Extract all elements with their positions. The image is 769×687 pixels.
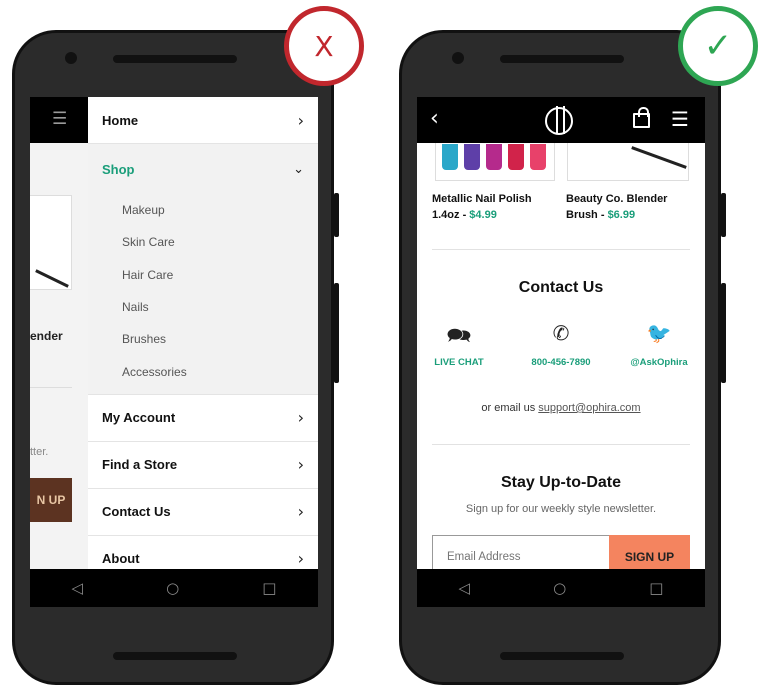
back-triangle-icon[interactable]: ◁	[459, 579, 471, 597]
divider	[30, 387, 72, 388]
site-header: ‹ ☰	[417, 97, 705, 143]
submenu-item-makeup[interactable]: Makeup	[88, 194, 318, 226]
phone-icon: ✆	[552, 321, 570, 345]
android-navigation-bar: ◁ ○ □	[417, 569, 705, 607]
screen-right: ‹ ☰ Metallic Nail Polish 1.4oz - $4.99 B…	[417, 97, 705, 607]
contact-us-heading: Contact Us	[518, 279, 604, 296]
email-prefix: or email us	[481, 402, 539, 414]
drawer-item-label: Contact Us	[102, 504, 171, 520]
live-chat-label: LIVE CHAT	[434, 357, 484, 368]
phone-number: 800-456-7890	[531, 357, 591, 368]
twitter-link[interactable]: 🐦 @AskOphira	[616, 321, 702, 368]
email-contact-line: or email us support@ophira.com	[417, 402, 705, 414]
submenu-item-brushes[interactable]: Brushes	[88, 323, 318, 355]
polish-bottle	[464, 144, 480, 170]
live-chat-link[interactable]: 🗪 LIVE CHAT	[417, 321, 502, 368]
background-signup-button: N UP	[30, 478, 72, 522]
hamburger-menu-icon[interactable]: ☰	[671, 107, 689, 131]
twitter-bird-icon: 🐦	[646, 321, 672, 345]
drawer-item-label: About	[102, 551, 140, 567]
drawer-item-label: Shop	[102, 161, 135, 177]
x-icon: X	[314, 29, 334, 63]
menu-icon: ☰	[52, 109, 68, 129]
camera	[65, 52, 77, 64]
submenu-item-nails[interactable]: Nails	[88, 291, 318, 323]
chevron-right-icon: ›	[297, 408, 304, 428]
shopping-bag-icon[interactable]	[633, 107, 650, 128]
drawer-item-my-account[interactable]: My Account ›	[88, 395, 318, 442]
background-product-name: ender	[30, 329, 63, 343]
chevron-right-icon: ›	[297, 110, 304, 130]
home-circle-icon[interactable]: ○	[553, 579, 566, 597]
screen-left: ☰ ender tter. N UP Home › Shop ⌄ Makeup …	[30, 97, 318, 607]
recents-square-icon[interactable]: □	[649, 579, 663, 597]
camera	[452, 52, 464, 64]
phone-chin-bar	[113, 652, 237, 660]
drawer-item-label: My Account	[102, 410, 176, 426]
incorrect-badge: X	[284, 6, 364, 86]
submenu-item-skin-care[interactable]: Skin Care	[88, 226, 318, 258]
recents-square-icon[interactable]: □	[262, 579, 276, 597]
drawer-item-label: Find a Store	[102, 457, 178, 473]
chevron-right-icon: ›	[297, 455, 304, 475]
side-button	[721, 193, 726, 237]
phone-correct-example: ‹ ☰ Metallic Nail Polish 1.4oz - $4.99 B…	[399, 30, 726, 685]
speaker	[500, 55, 624, 63]
ophira-logo-icon[interactable]	[545, 106, 573, 135]
newsletter-heading: Stay Up-to-Date	[500, 474, 621, 491]
speaker	[113, 55, 237, 63]
chat-bubbles-icon: 🗪	[446, 323, 472, 347]
drawer-item-label: Home	[102, 112, 139, 128]
shop-section: Shop ⌄ Makeup Skin Care Hair Care Nails …	[88, 144, 318, 395]
polish-bottle	[442, 144, 458, 170]
phone-chin-bar	[500, 652, 624, 660]
support-email-link[interactable]: support@ophira.com	[538, 402, 640, 414]
drawer-item-find-a-store[interactable]: Find a Store ›	[88, 442, 318, 489]
newsletter-subtitle: Sign up for our weekly style newsletter.	[465, 503, 657, 515]
divider	[432, 444, 690, 445]
drawer-item-contact-us[interactable]: Contact Us ›	[88, 489, 318, 536]
back-chevron-icon[interactable]: ‹	[430, 106, 439, 131]
brush-handle	[631, 146, 687, 169]
background-newsletter-text: tter.	[30, 446, 49, 458]
android-navigation-bar: ◁ ○ □	[30, 569, 318, 607]
phone-link[interactable]: ✆ 800-456-7890	[518, 321, 604, 368]
side-button	[721, 283, 726, 383]
drawer-item-shop[interactable]: Shop ⌄	[88, 144, 318, 194]
product-price: $4.99	[469, 209, 497, 221]
drawer-item-home[interactable]: Home ›	[88, 97, 318, 144]
side-button	[334, 193, 339, 237]
submenu-item-hair-care[interactable]: Hair Care	[88, 259, 318, 291]
back-triangle-icon[interactable]: ◁	[72, 579, 84, 597]
product-price: $6.99	[607, 209, 636, 221]
checkmark-icon: ✓	[703, 26, 733, 66]
product-title-blender-brush[interactable]: Beauty Co. Blender Brush - $6.99	[566, 191, 691, 223]
navigation-drawer: Home › Shop ⌄ Makeup Skin Care Hair Care…	[88, 97, 318, 583]
product-title-nail-polish[interactable]: Metallic Nail Polish 1.4oz - $4.99	[432, 191, 557, 223]
chevron-down-icon: ⌄	[293, 161, 304, 177]
polish-bottle	[486, 144, 502, 170]
phone-incorrect-example: ☰ ender tter. N UP Home › Shop ⌄ Makeup …	[12, 30, 339, 685]
divider	[432, 249, 690, 250]
submenu-item-accessories[interactable]: Accessories	[88, 355, 318, 387]
correct-badge: ✓	[678, 6, 758, 86]
chevron-right-icon: ›	[297, 502, 304, 522]
side-button	[334, 283, 339, 383]
polish-bottle	[530, 144, 546, 170]
home-circle-icon[interactable]: ○	[166, 579, 179, 597]
twitter-handle: @AskOphira	[630, 357, 688, 368]
chevron-right-icon: ›	[297, 549, 304, 569]
polish-bottle	[508, 144, 524, 170]
